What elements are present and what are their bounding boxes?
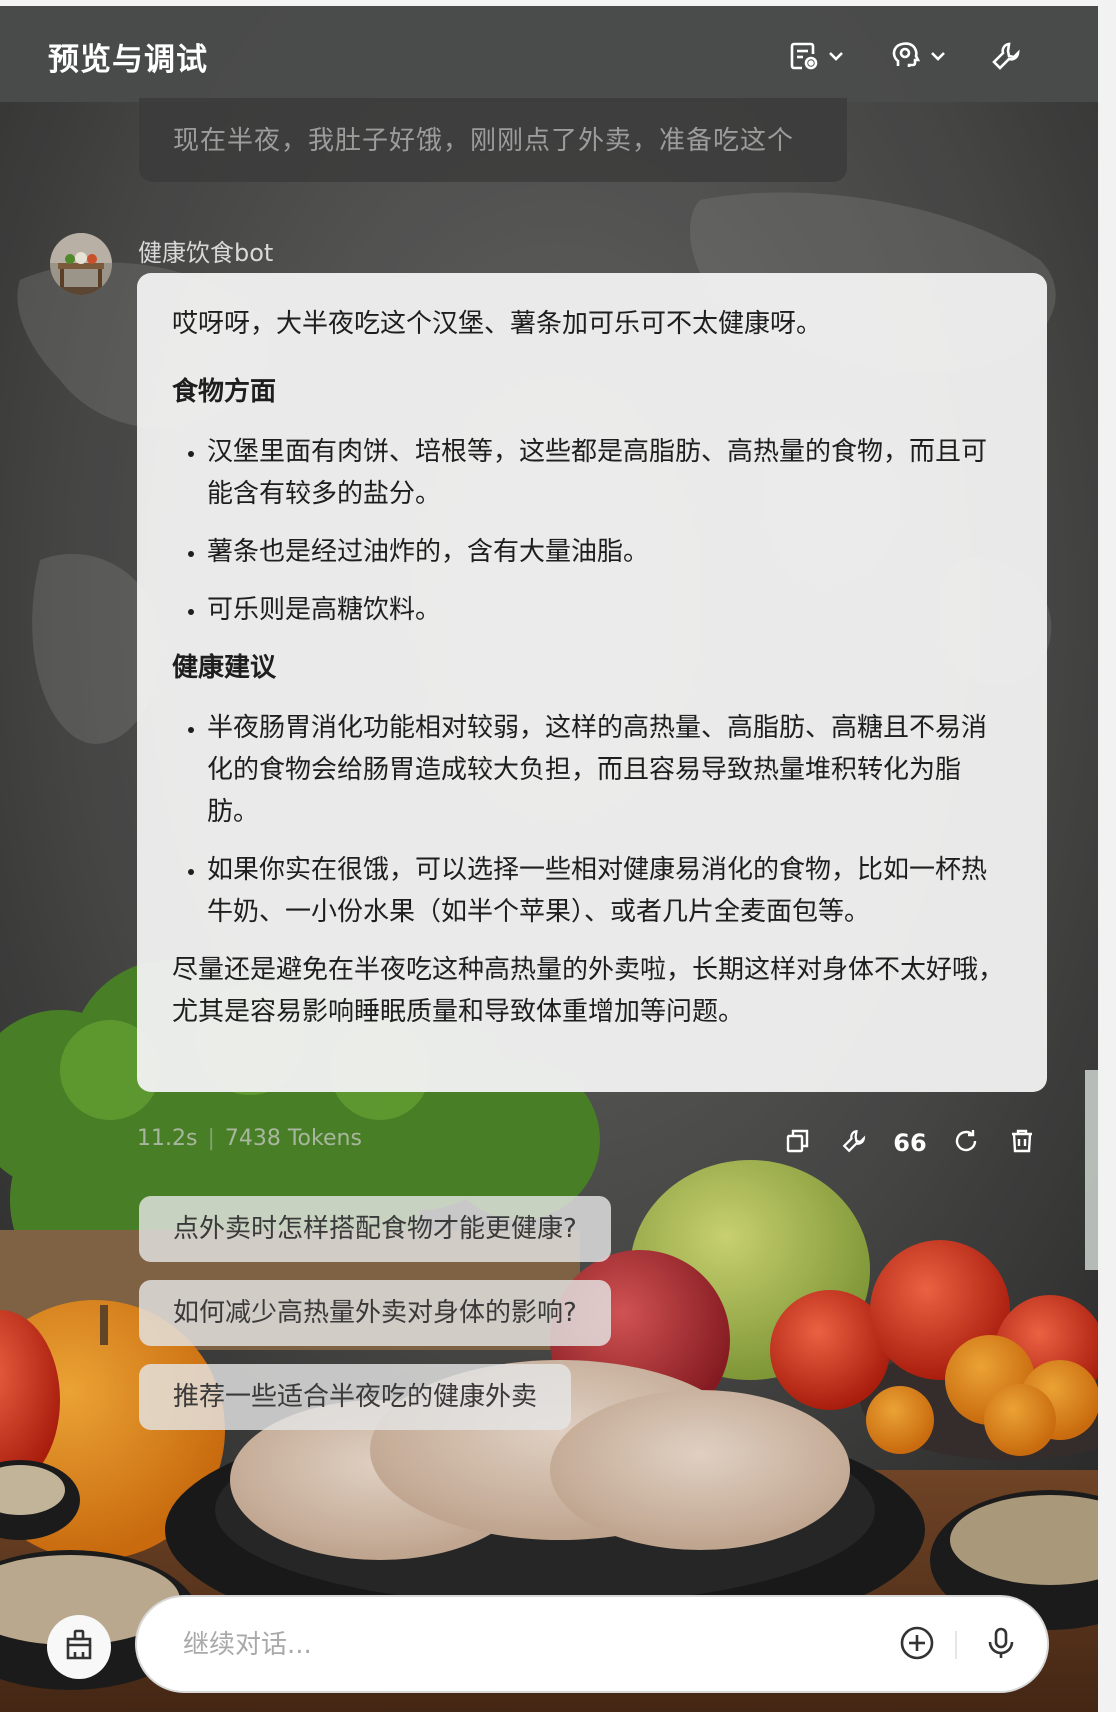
copy-icon [785, 1128, 811, 1158]
response-meta: 11.2s | 7438 Tokens [137, 1126, 362, 1151]
suggestion-chip[interactable]: 点外卖时怎样搭配食物才能更健康? [139, 1196, 611, 1262]
message-actions: 66 [780, 1125, 1040, 1161]
meta-separator: | [207, 1126, 215, 1151]
voice-input-button[interactable] [979, 1623, 1023, 1667]
bot-avatar[interactable] [50, 233, 112, 295]
copy-button[interactable] [780, 1125, 816, 1161]
bot-message-bubble: 哎呀呀，大半夜吃这个汉堡、薯条加可乐可不太健康呀。 食物方面 汉堡里面有肉饼、培… [137, 273, 1047, 1092]
list-item: 薯条也是经过油炸的，含有大量油脂。 [207, 531, 1011, 573]
delete-button[interactable] [1004, 1125, 1040, 1161]
broom-icon [62, 1628, 96, 1666]
voice-settings-button[interactable] [890, 34, 948, 78]
list-item: 可乐则是高糖饮料。 [207, 589, 1011, 631]
list-item: 如果你实在很饿，可以选择一些相对健康易消化的食物，比如一杯热牛奶、一小份水果（如… [207, 849, 1011, 933]
trash-icon [1009, 1128, 1035, 1158]
token-count: 7438 Tokens [224, 1126, 362, 1151]
section-title-food: 食物方面 [172, 377, 277, 407]
chat-input-container [135, 1595, 1049, 1693]
wrench-icon [990, 40, 1022, 72]
list-item: 半夜肠胃消化功能相对较弱，这样的高热量、高脂肪、高糖且不易消化的食物会给肠胃造成… [207, 707, 1011, 833]
suggestion-chip[interactable]: 推荐一些适合半夜吃的健康外卖 [139, 1364, 572, 1430]
section-title-advice: 健康建议 [172, 653, 277, 683]
memory-settings-icon [788, 40, 820, 72]
reply-closing: 尽量还是避免在半夜吃这种高热量的外卖啦，长期这样对身体不太好哦，尤其是容易影响睡… [172, 955, 1005, 1027]
plus-circle-icon [899, 1625, 935, 1665]
quote-button[interactable]: 66 [892, 1125, 928, 1161]
tools-button[interactable] [990, 34, 1022, 78]
advice-list: 半夜肠胃消化功能相对较弱，这样的高热量、高脂肪、高糖且不易消化的食物会给肠胃造成… [172, 707, 1011, 933]
debug-button[interactable] [836, 1125, 872, 1161]
app-root: 预览与调试 现在半夜，我肚子好饿，刚刚点了外卖，准备吃这个 健康饮食bot 哎呀… [0, 0, 1116, 1712]
chevron-down-icon [928, 46, 948, 66]
page-title: 预览与调试 [48, 42, 208, 78]
refresh-icon [953, 1128, 979, 1158]
regenerate-button[interactable] [948, 1125, 984, 1161]
chat-input[interactable] [181, 1617, 865, 1673]
input-divider [955, 1631, 957, 1659]
scrollbar-track[interactable] [1098, 0, 1116, 1712]
wrench-icon [841, 1128, 867, 1158]
microphone-icon [984, 1626, 1018, 1664]
list-item: 汉堡里面有肉饼、培根等，这些都是高脂肪、高热量的食物，而且可能含有较多的盐分。 [207, 431, 1011, 515]
reply-intro: 哎呀呀，大半夜吃这个汉堡、薯条加可乐可不太健康呀。 [172, 309, 823, 339]
memory-settings-button[interactable] [788, 34, 846, 78]
user-message-bubble: 现在半夜，我肚子好饿，刚刚点了外卖，准备吃这个 [139, 98, 847, 182]
response-duration: 11.2s [137, 1126, 198, 1151]
suggestion-chip[interactable]: 如何减少高热量外卖对身体的影响? [139, 1280, 611, 1346]
bot-name: 健康饮食bot [138, 239, 274, 267]
voice-settings-icon [890, 40, 922, 72]
food-list: 汉堡里面有肉饼、培根等，这些都是高脂肪、高热量的食物，而且可能含有较多的盐分。 … [172, 431, 1011, 631]
chevron-down-icon [826, 46, 846, 66]
add-attachment-button[interactable] [895, 1623, 939, 1667]
header-bar: 预览与调试 [0, 6, 1098, 102]
clear-context-button[interactable] [47, 1615, 111, 1679]
